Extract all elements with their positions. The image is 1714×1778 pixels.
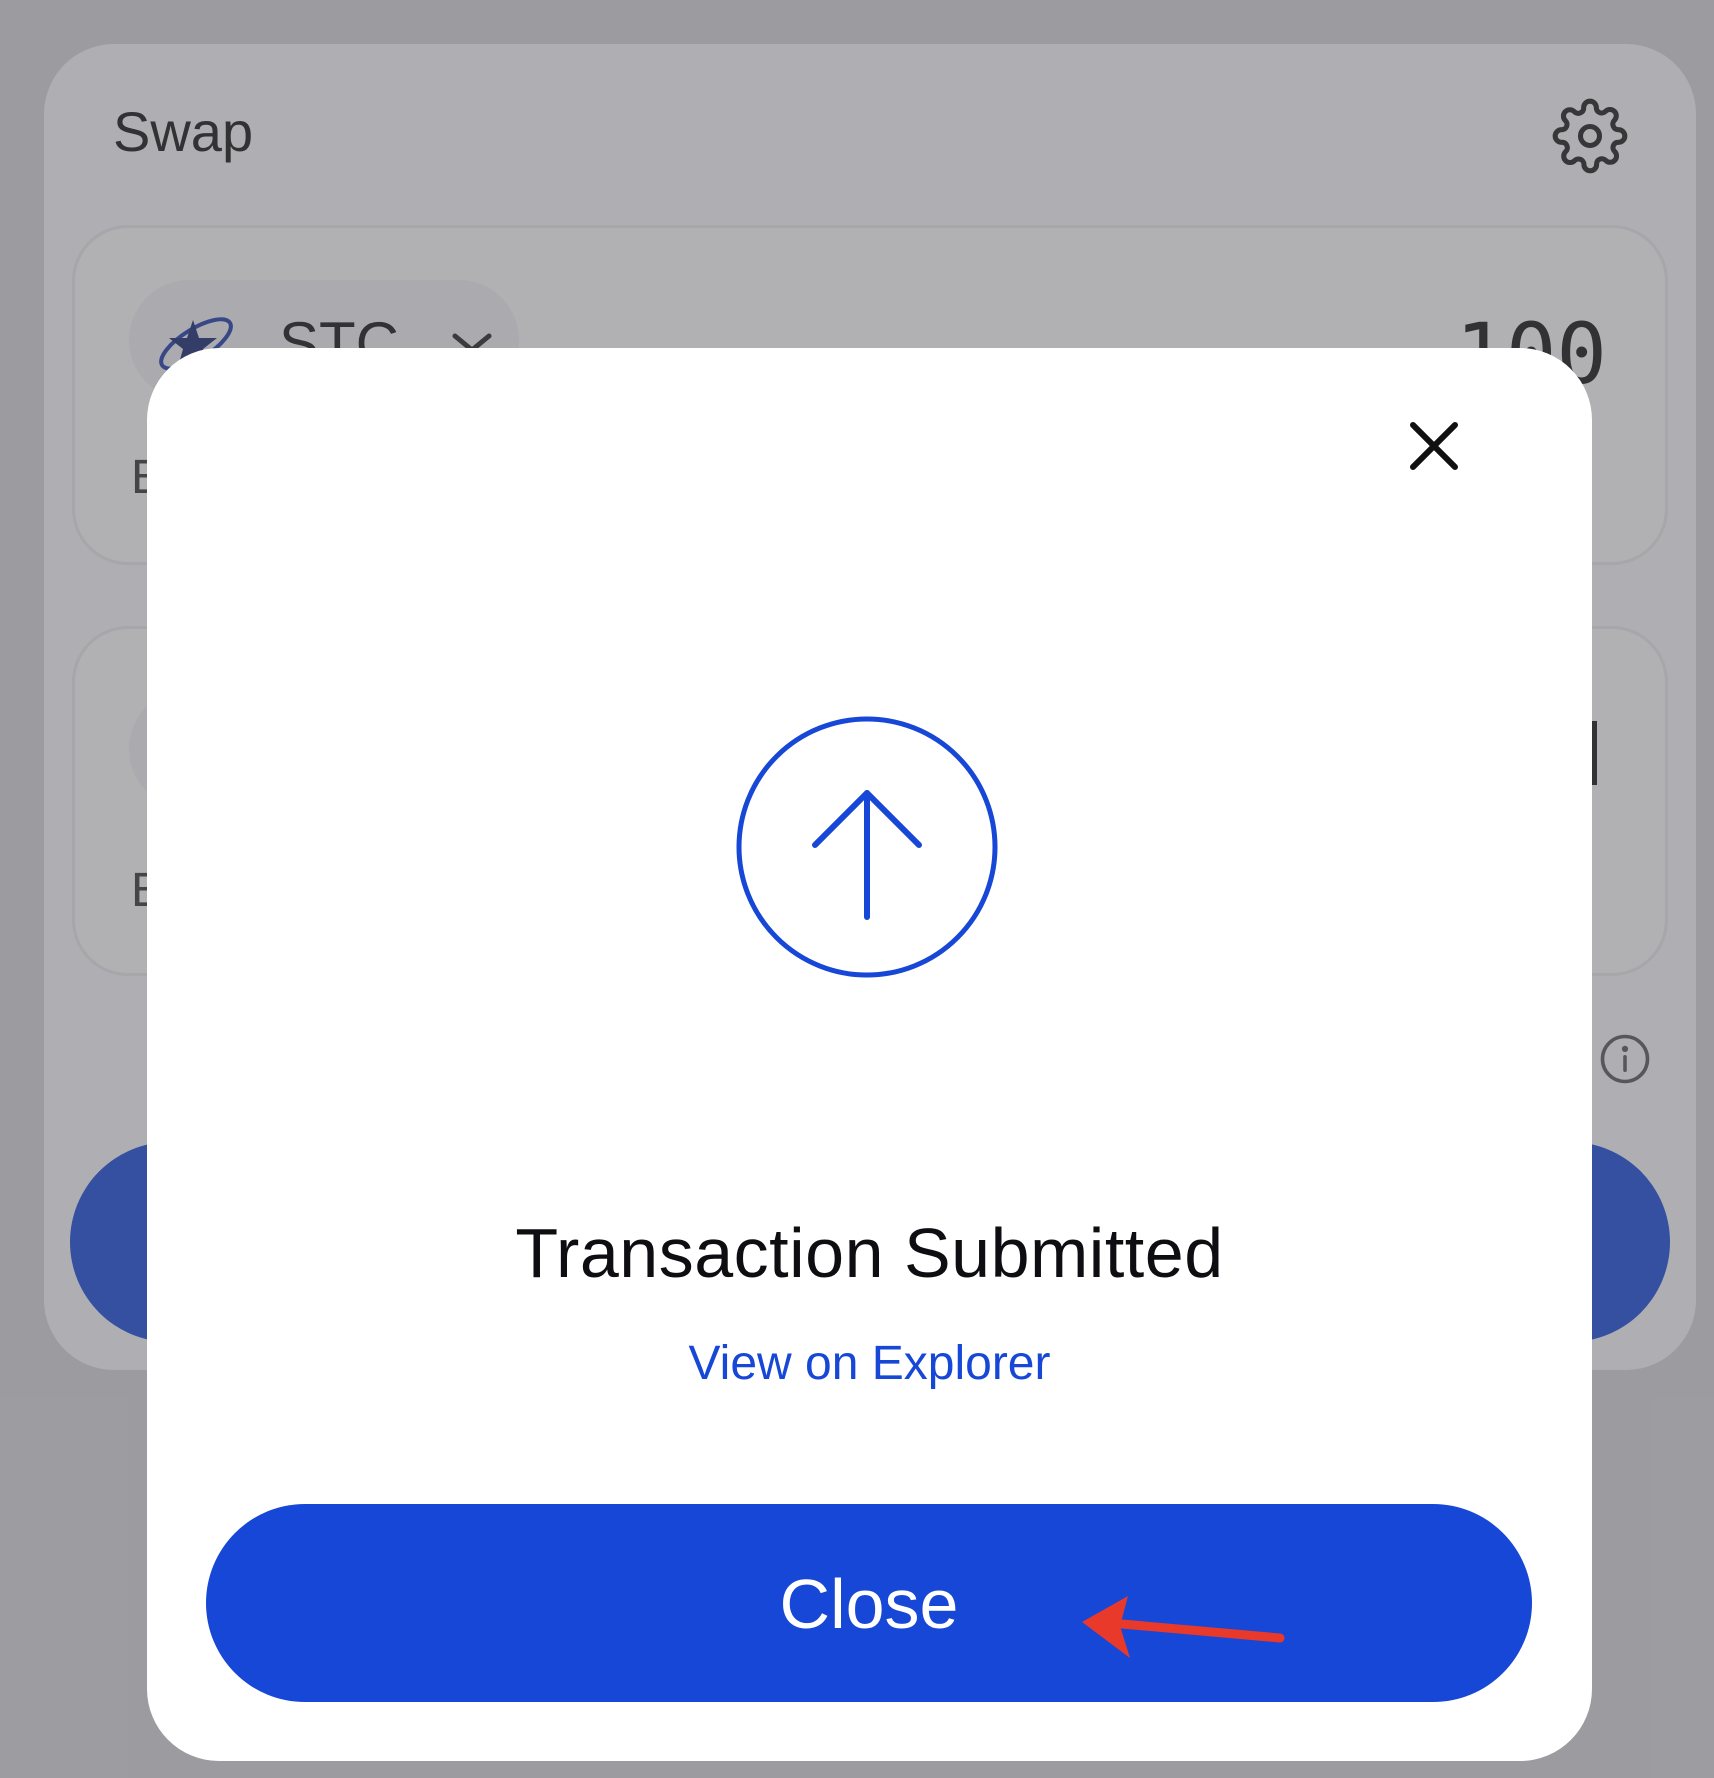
close-button-label: Close	[779, 1565, 959, 1643]
close-icon[interactable]	[1407, 419, 1461, 473]
view-on-explorer-link[interactable]: View on Explorer	[147, 1340, 1592, 1388]
close-button[interactable]: Close	[206, 1504, 1532, 1702]
modal-title: Transaction Submitted	[515, 1214, 1224, 1292]
transaction-submitted-modal: Transaction Submitted View on Explorer C…	[147, 348, 1592, 1761]
arrow-up-circle-icon	[736, 716, 998, 978]
annotation-arrow-icon	[1082, 1596, 1285, 1658]
